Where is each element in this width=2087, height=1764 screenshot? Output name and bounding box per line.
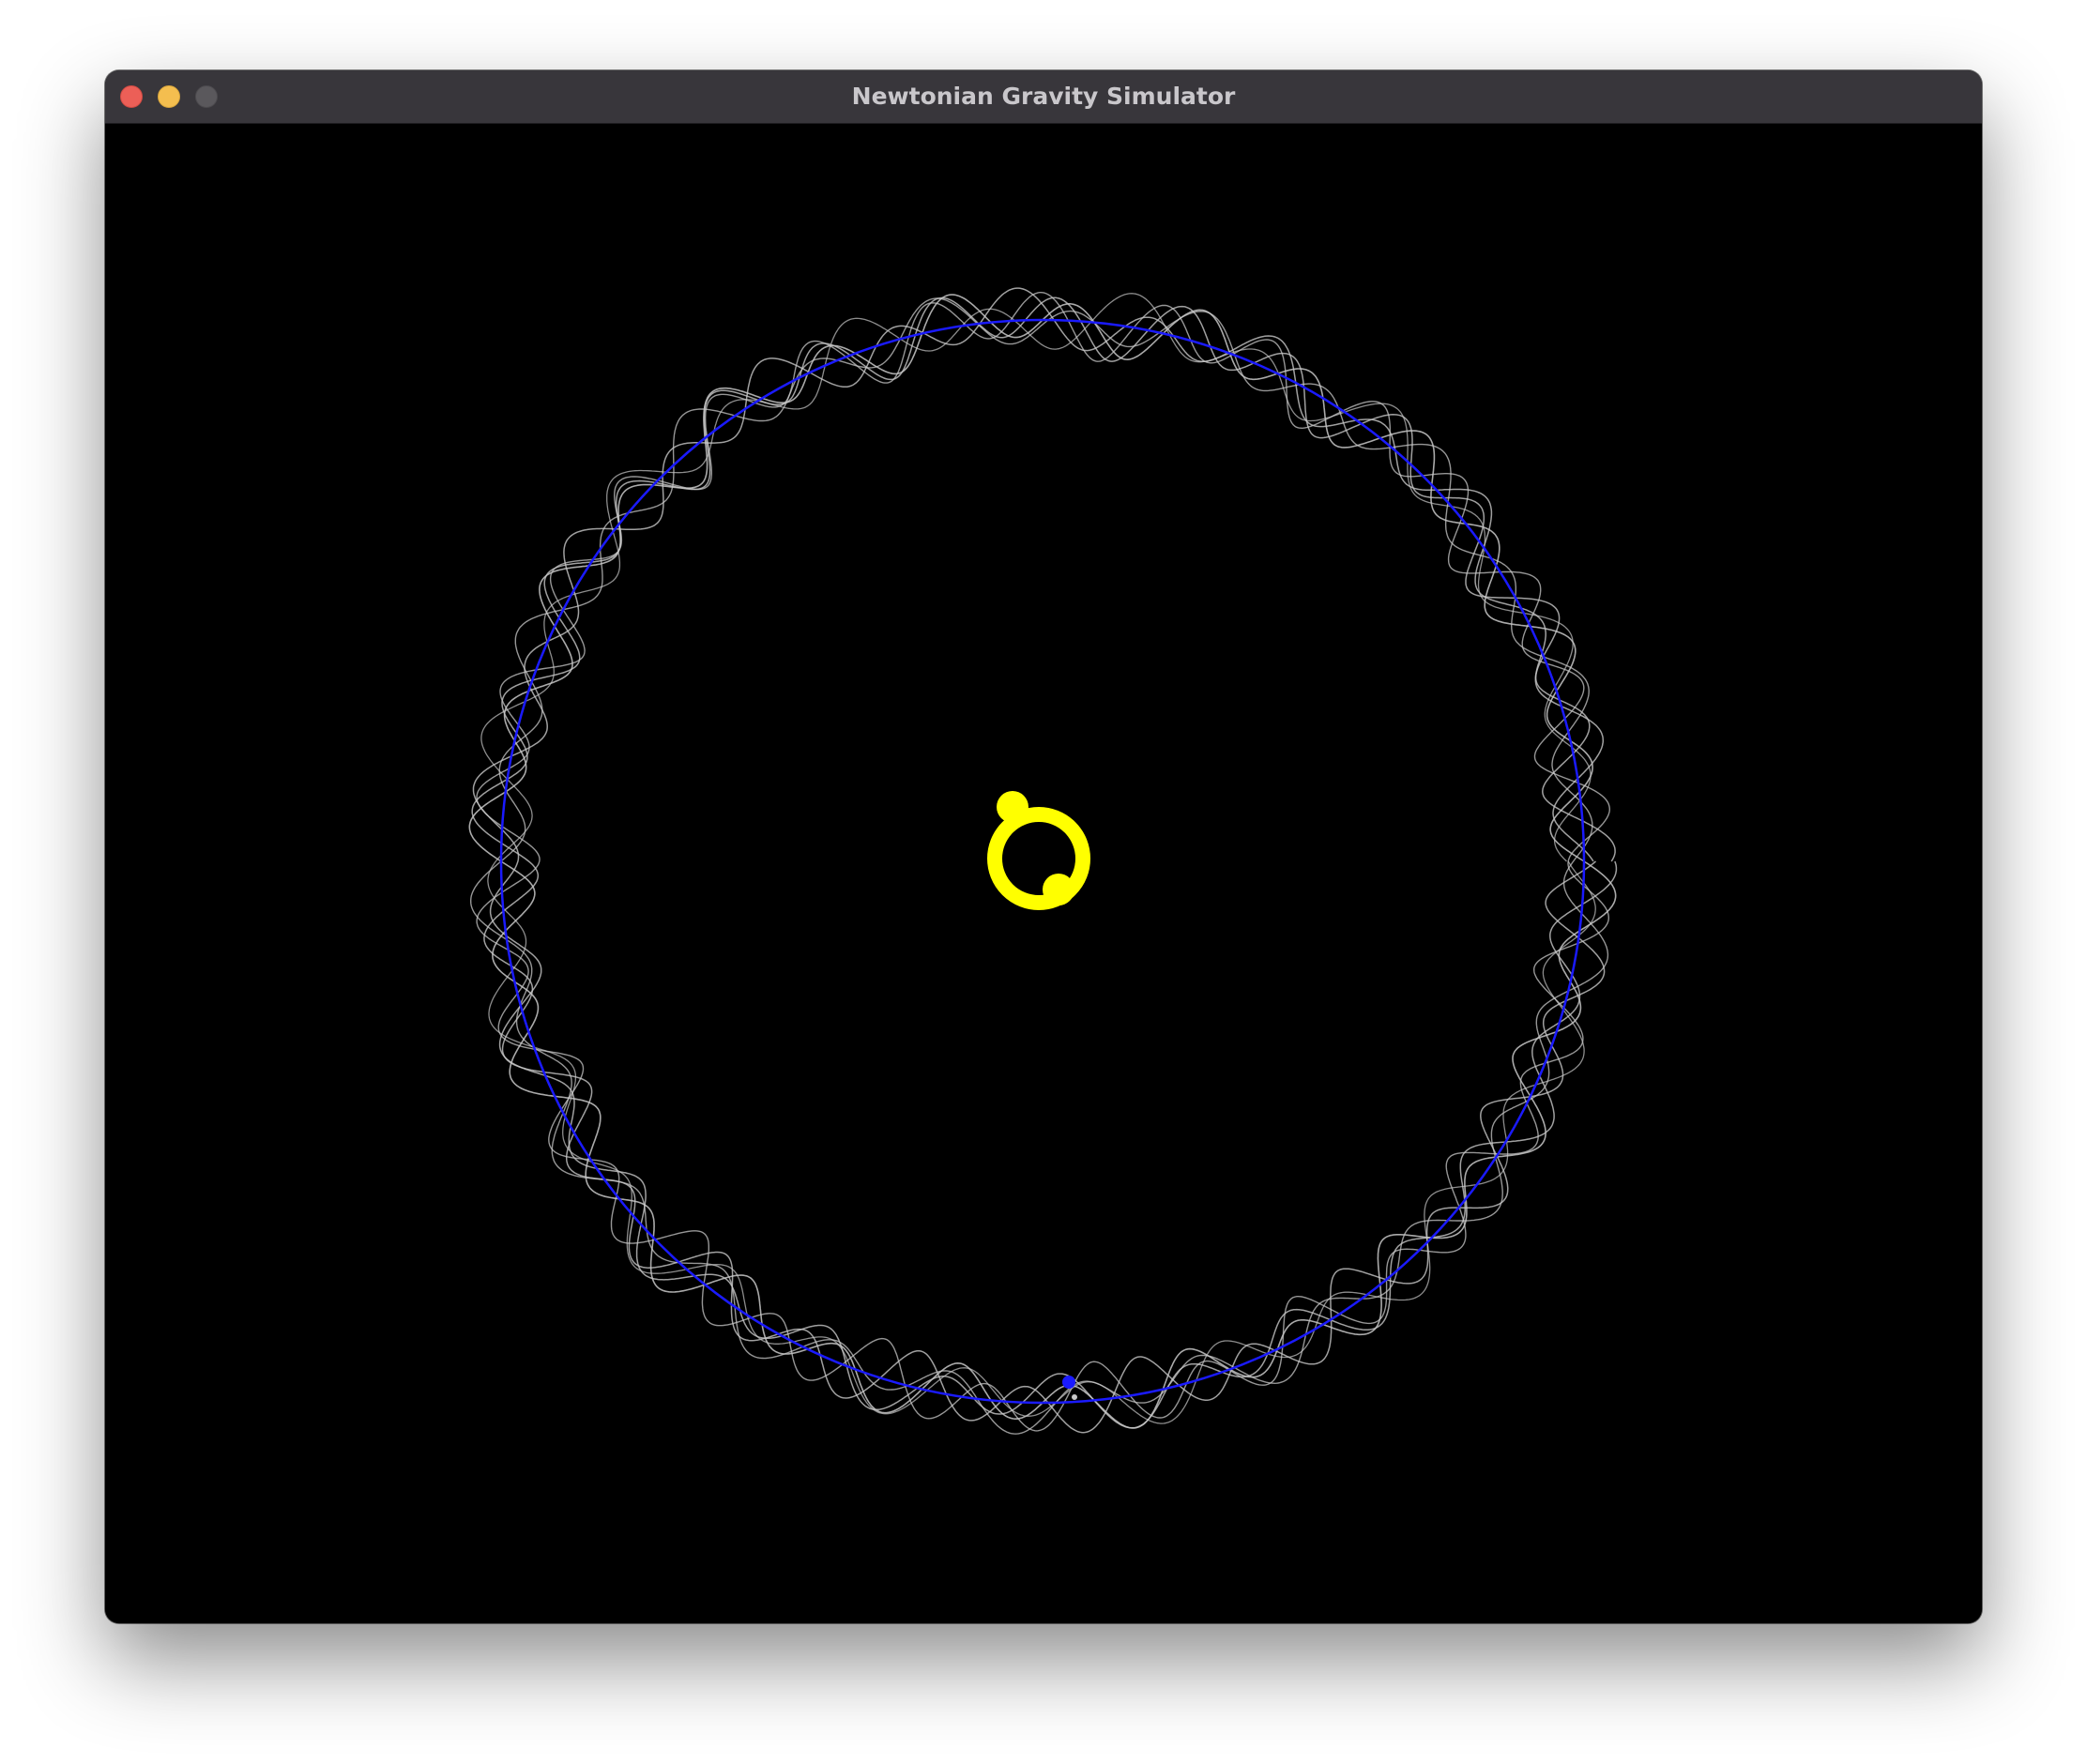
moon-trail bbox=[468, 287, 1618, 1435]
moon-trail-strand bbox=[472, 287, 1618, 1429]
moon-trail-strand bbox=[480, 293, 1596, 1424]
simulation-view bbox=[468, 287, 1618, 1435]
moon-trail-strand bbox=[471, 297, 1616, 1434]
central-body-trail bbox=[987, 791, 1090, 910]
moon-trail-strand bbox=[468, 294, 1617, 1429]
moon-trail-strand bbox=[476, 292, 1611, 1432]
app-window: Newtonian Gravity Simulator bbox=[105, 70, 1982, 1623]
simulation-canvas[interactable] bbox=[105, 124, 1982, 1623]
window-title: Newtonian Gravity Simulator bbox=[851, 83, 1236, 110]
moon-trail-strand bbox=[470, 297, 1609, 1435]
moon-body bbox=[1072, 1394, 1077, 1400]
planet-body bbox=[1062, 1376, 1075, 1389]
title-bar[interactable]: Newtonian Gravity Simulator bbox=[105, 70, 1982, 124]
